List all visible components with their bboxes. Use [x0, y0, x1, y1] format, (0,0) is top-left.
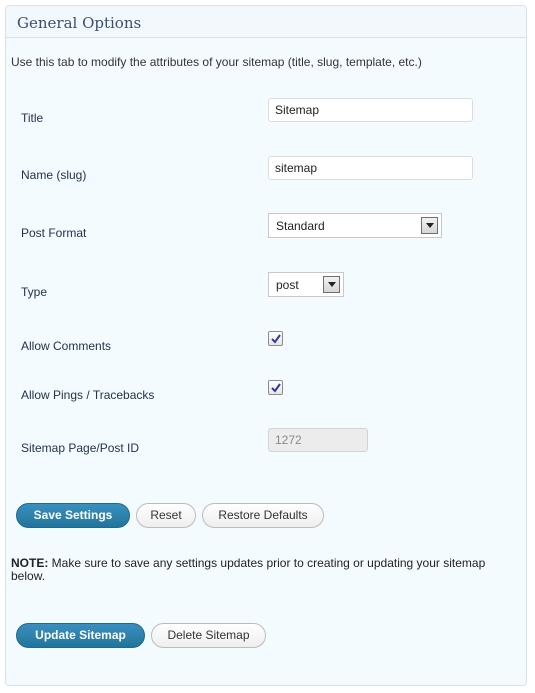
- page-id-label: Sitemap Page/Post ID: [21, 441, 140, 455]
- title-input[interactable]: [268, 98, 473, 122]
- note-text: NOTE: Make sure to save any settings upd…: [11, 557, 491, 583]
- allow-pings-label: Allow Pings / Tracebacks: [21, 388, 155, 402]
- update-sitemap-button[interactable]: Update Sitemap: [16, 623, 145, 648]
- page-id-input: [268, 428, 368, 452]
- post-format-value: Standard: [276, 219, 325, 233]
- note-body: Make sure to save any settings updates p…: [11, 556, 486, 583]
- post-format-label: Post Format: [21, 226, 87, 240]
- panel-header: General Options: [6, 6, 526, 38]
- chevron-down-icon: [421, 217, 438, 234]
- save-settings-button[interactable]: Save Settings: [16, 503, 130, 528]
- allow-comments-label: Allow Comments: [21, 339, 112, 353]
- slug-input[interactable]: [268, 156, 473, 180]
- restore-defaults-button[interactable]: Restore Defaults: [202, 503, 324, 528]
- type-value: post: [276, 278, 299, 292]
- delete-sitemap-button[interactable]: Delete Sitemap: [151, 623, 266, 648]
- title-label: Title: [21, 111, 44, 125]
- type-label: Type: [21, 285, 48, 299]
- panel-title: General Options: [17, 14, 142, 32]
- type-select[interactable]: post: [268, 272, 344, 297]
- chevron-down-icon: [323, 276, 340, 293]
- reset-button[interactable]: Reset: [136, 503, 196, 528]
- checkmark-icon: [271, 383, 281, 393]
- allow-comments-checkbox[interactable]: [268, 331, 283, 346]
- slug-label: Name (slug): [21, 168, 87, 182]
- post-format-select[interactable]: Standard: [268, 213, 442, 238]
- checkmark-icon: [271, 334, 281, 344]
- intro-text: Use this tab to modify the attributes of…: [11, 55, 422, 69]
- allow-pings-checkbox[interactable]: [268, 380, 283, 395]
- note-label: NOTE:: [11, 556, 49, 570]
